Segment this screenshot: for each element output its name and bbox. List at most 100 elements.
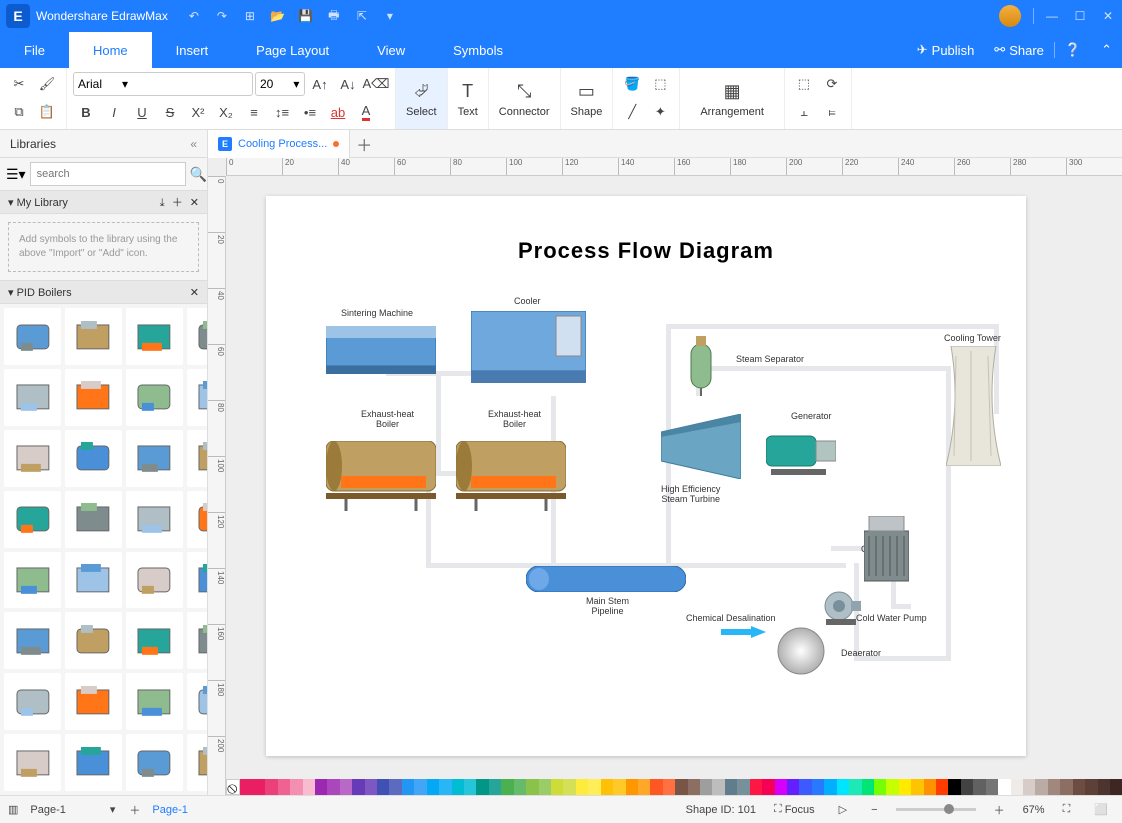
color-swatch[interactable]	[514, 779, 526, 795]
library-shape[interactable]	[126, 308, 183, 365]
copy-button[interactable]: ⧉	[6, 100, 32, 124]
color-swatch[interactable]	[762, 779, 774, 795]
color-swatch[interactable]	[551, 779, 563, 795]
clear-format-button[interactable]: A⌫	[363, 72, 389, 96]
fill-button[interactable]: 🪣	[619, 72, 645, 96]
library-shape[interactable]	[65, 612, 122, 669]
publish-button[interactable]: ✈ Publish	[907, 42, 985, 58]
library-shape[interactable]	[65, 673, 122, 730]
underline-button[interactable]: U	[129, 100, 155, 124]
color-swatch[interactable]	[389, 779, 401, 795]
color-swatch[interactable]	[663, 779, 675, 795]
color-swatch[interactable]	[253, 779, 265, 795]
color-swatch[interactable]	[626, 779, 638, 795]
color-swatch[interactable]	[750, 779, 762, 795]
color-swatch[interactable]	[799, 779, 811, 795]
zoom-out-button[interactable]: −	[865, 802, 883, 818]
collapse-libraries-icon[interactable]: «	[190, 137, 197, 151]
color-swatch[interactable]	[476, 779, 488, 795]
shape-cooler[interactable]	[471, 311, 586, 386]
search-icon[interactable]: 🔍	[190, 166, 207, 183]
color-swatch[interactable]	[327, 779, 339, 795]
color-swatch[interactable]	[936, 779, 948, 795]
library-shape[interactable]	[187, 491, 207, 548]
color-swatch[interactable]	[290, 779, 302, 795]
paste-button[interactable]: 📋	[34, 100, 60, 124]
color-swatch[interactable]	[588, 779, 600, 795]
color-swatch[interactable]	[787, 779, 799, 795]
bullets-button[interactable]: •≡	[297, 100, 323, 124]
shape-steam-separator[interactable]	[686, 336, 716, 396]
color-swatch[interactable]	[377, 779, 389, 795]
menu-file[interactable]: File	[0, 32, 69, 68]
font-size-selector[interactable]: 20▾	[255, 72, 305, 96]
color-swatch[interactable]	[924, 779, 936, 795]
line-spacing-button[interactable]: ↕≡	[269, 100, 295, 124]
text-style-button[interactable]: ab	[325, 100, 351, 124]
color-swatch[interactable]	[712, 779, 724, 795]
library-shape[interactable]	[126, 552, 183, 609]
close-section-icon[interactable]: ✕	[190, 197, 199, 209]
page-selector[interactable]: Page-1	[30, 804, 65, 816]
color-swatch[interactable]	[998, 779, 1010, 795]
add-icon[interactable]: ＋	[172, 197, 183, 209]
color-swatch[interactable]	[452, 779, 464, 795]
color-swatch[interactable]	[265, 779, 277, 795]
shape-exhaust-boiler-2[interactable]	[456, 441, 566, 511]
new-button[interactable]: ⊞	[236, 2, 264, 30]
diagram-page[interactable]: Process Flow Diagram	[266, 196, 1026, 756]
library-shape[interactable]	[126, 491, 183, 548]
fit-page-button[interactable]: ⛶	[1057, 801, 1077, 818]
color-swatch[interactable]	[340, 779, 352, 795]
library-shape[interactable]	[4, 430, 61, 487]
color-swatch[interactable]	[1110, 779, 1122, 795]
color-swatch[interactable]	[1011, 779, 1023, 795]
color-swatch[interactable]	[464, 779, 476, 795]
library-shape[interactable]	[4, 369, 61, 426]
page-tab[interactable]: Page-1	[152, 804, 187, 816]
font-color-button[interactable]: A	[353, 100, 379, 124]
shape-cooling-tower[interactable]	[946, 346, 1001, 466]
fullscreen-button[interactable]: ⬜	[1088, 801, 1114, 818]
subscript-button[interactable]: X₂	[213, 100, 239, 124]
close-pid-section-icon[interactable]: ✕	[190, 286, 199, 299]
distribute-button[interactable]: ⫢	[819, 100, 845, 124]
strike-button[interactable]: S	[157, 100, 183, 124]
color-swatch[interactable]	[886, 779, 898, 795]
color-swatch[interactable]	[439, 779, 451, 795]
color-swatch[interactable]	[240, 779, 252, 795]
color-swatch[interactable]	[1048, 779, 1060, 795]
color-swatch[interactable]	[986, 779, 998, 795]
bold-button[interactable]: B	[73, 100, 99, 124]
save-button[interactable]: 💾	[292, 2, 320, 30]
focus-button[interactable]: ⛶ Focus	[768, 801, 821, 818]
menu-symbols[interactable]: Symbols	[429, 32, 527, 68]
color-swatch[interactable]	[824, 779, 836, 795]
color-swatch[interactable]	[650, 779, 662, 795]
decrease-font-button[interactable]: A↓	[335, 72, 361, 96]
library-shape[interactable]	[126, 673, 183, 730]
shape-deaerator[interactable]	[776, 626, 826, 676]
color-swatch[interactable]	[849, 779, 861, 795]
color-swatch[interactable]	[278, 779, 290, 795]
color-swatch[interactable]	[1023, 779, 1035, 795]
arrangement-tool[interactable]: ▦ Arrangement	[680, 68, 785, 129]
library-shape[interactable]	[65, 734, 122, 791]
undo-button[interactable]: ↶	[180, 2, 208, 30]
library-shape[interactable]	[65, 552, 122, 609]
color-swatch[interactable]	[837, 779, 849, 795]
color-swatch[interactable]	[1073, 779, 1085, 795]
color-swatch[interactable]	[973, 779, 985, 795]
shape-turbine[interactable]	[661, 414, 741, 479]
library-menu-icon[interactable]: ☰▾	[6, 166, 26, 183]
color-swatch[interactable]	[725, 779, 737, 795]
share-button[interactable]: ⚯ Share	[984, 42, 1054, 58]
select-tool[interactable]: ⮰ Select	[396, 68, 448, 129]
cut-button[interactable]: ✂	[6, 72, 32, 96]
color-swatch[interactable]	[539, 779, 551, 795]
zoom-slider[interactable]	[896, 808, 976, 811]
help-button[interactable]: ❔	[1055, 42, 1091, 58]
redo-button[interactable]: ↷	[208, 2, 236, 30]
color-swatch[interactable]	[352, 779, 364, 795]
library-shape[interactable]	[187, 369, 207, 426]
